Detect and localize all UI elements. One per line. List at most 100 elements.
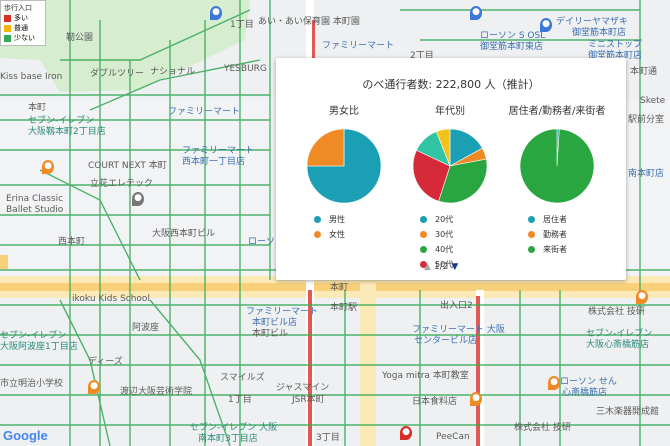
legend-item: 40代 bbox=[420, 242, 500, 257]
legend-swatch-yellow bbox=[4, 24, 11, 32]
chart-resident-type: 居住者/勤務者/来街者 居住者 勤務者 来街者 bbox=[502, 102, 612, 257]
legend-dot bbox=[420, 216, 427, 223]
map-marker-icon[interactable]: ● bbox=[42, 160, 54, 174]
map-marker-icon[interactable]: ● bbox=[470, 392, 482, 406]
pie-slice[interactable] bbox=[306, 128, 345, 167]
legend-dot bbox=[528, 246, 535, 253]
map-label: センタービル店 bbox=[414, 336, 478, 346]
map-label: 西本町一丁目店 bbox=[182, 157, 246, 167]
map-label: Ballet Studio bbox=[6, 205, 64, 215]
map-marker-icon[interactable]: ● bbox=[88, 380, 100, 394]
legend-label: 勤務者 bbox=[543, 230, 567, 239]
legend-label: 少ない bbox=[14, 34, 35, 42]
map-label: あい・あい保育園 本町園 bbox=[258, 17, 360, 27]
legend-dot bbox=[528, 216, 535, 223]
map-label: 駅前分室 bbox=[628, 115, 665, 125]
legend-item: 20代 bbox=[420, 212, 500, 227]
map-label: 南本町3丁目店 bbox=[198, 434, 258, 444]
legend-item: 勤務者 bbox=[528, 227, 612, 242]
legend-item: 来街者 bbox=[528, 242, 612, 257]
map-label: 市立明治小学校 bbox=[0, 379, 64, 389]
map-label: Kiss base Iron bbox=[0, 72, 63, 82]
map-label: 3丁目 bbox=[316, 433, 340, 443]
map-label: 1丁目 bbox=[230, 20, 254, 30]
map-label: スマイルズ bbox=[220, 373, 265, 383]
map-label: 大阪阿波座1丁目店 bbox=[0, 342, 78, 352]
legend-label: 普通 bbox=[14, 24, 28, 32]
legend-label: 40代 bbox=[435, 245, 454, 254]
map-label: 御堂筋本町東店 bbox=[480, 42, 544, 52]
legend-title: 歩行入口 bbox=[4, 4, 32, 12]
map-label: 心斎橋筋店 bbox=[562, 388, 608, 398]
legend-dot bbox=[420, 231, 427, 238]
legend-label: 来街者 bbox=[543, 245, 567, 254]
map-label: YESBURG bbox=[224, 64, 267, 74]
legend-item-many: 多い bbox=[4, 13, 42, 23]
pie-chart-gender bbox=[306, 128, 382, 204]
pie-chart-resident-type bbox=[519, 128, 595, 204]
info-popup: のべ通行者数: 222,800 人（推計） 男女比 男性 女性 年代別 20代 … bbox=[276, 58, 626, 280]
map-label: 株式会社 技研 bbox=[588, 307, 645, 317]
map-marker-icon[interactable]: ● bbox=[400, 426, 412, 440]
map-label: JSR本町 bbox=[292, 395, 325, 405]
legend-dot bbox=[528, 231, 535, 238]
chart-age: 年代別 20代 30代 40代 50代 bbox=[400, 102, 500, 272]
chart-title: 年代別 bbox=[435, 106, 465, 117]
legend-swatch-green bbox=[4, 34, 11, 42]
map-label: 南本町店 bbox=[628, 169, 665, 179]
map-label: ディーズ bbox=[88, 357, 123, 367]
map-label: 立花エレテック bbox=[90, 179, 154, 189]
pager-up-button[interactable]: ▲ bbox=[424, 262, 431, 272]
map-label: 本町駅 bbox=[330, 303, 358, 313]
pager-down-button[interactable]: ▼ bbox=[451, 262, 458, 272]
map-label: ファミリーマート bbox=[168, 107, 241, 117]
map-label: 大阪心斎橋筋店 bbox=[586, 340, 650, 350]
map-label: ikoku Kids School bbox=[72, 294, 150, 304]
legend-item-normal: 普通 bbox=[4, 23, 42, 33]
map-label: 渡辺大阪芸術学院 bbox=[120, 387, 193, 397]
map-label: 1丁目 bbox=[228, 395, 252, 405]
legend-item: 居住者 bbox=[528, 212, 612, 227]
legend-item: 女性 bbox=[314, 227, 394, 242]
chart-title: 男女比 bbox=[329, 106, 359, 117]
legend-item-few: 少ない bbox=[4, 33, 42, 43]
map-label: 日本食料店 bbox=[412, 397, 458, 407]
map-marker-icon[interactable]: ● bbox=[636, 290, 648, 304]
chart-title: 居住者/勤務者/来街者 bbox=[508, 106, 606, 117]
chart-legend: 男性 女性 bbox=[314, 212, 394, 242]
map-label: ナショナル bbox=[150, 67, 196, 77]
map-legend: 歩行入口 多い 普通 少ない bbox=[0, 0, 46, 46]
map-label: ファミリーマート bbox=[322, 41, 395, 51]
pager-page: 1/2 bbox=[433, 262, 449, 272]
legend-dot bbox=[314, 231, 321, 238]
map-marker-icon[interactable]: ● bbox=[132, 192, 144, 206]
legend-label: 多い bbox=[14, 14, 28, 22]
map-label: 大阪靱本町2丁目店 bbox=[28, 127, 106, 137]
legend-label: 居住者 bbox=[543, 215, 567, 224]
map-label: Erina Classic bbox=[6, 194, 64, 204]
legend-pager: ▲ 1/2 ▼ bbox=[424, 262, 458, 272]
legend-swatch-red bbox=[4, 14, 11, 22]
legend-item: 男性 bbox=[314, 212, 394, 227]
legend-label: 男性 bbox=[329, 215, 345, 224]
chart-gender: 男女比 男性 女性 bbox=[294, 102, 394, 242]
map-label: 株式会社 技研 bbox=[514, 423, 571, 433]
legend-label: 20代 bbox=[435, 215, 454, 224]
map-marker-icon[interactable]: ● bbox=[470, 6, 482, 20]
map-label: 本町ビル bbox=[252, 329, 289, 339]
map-label: 本町通 bbox=[630, 67, 658, 77]
pie-slice[interactable] bbox=[519, 128, 595, 204]
map-label: 三木楽器開成館 bbox=[596, 407, 660, 417]
legend-dot bbox=[314, 216, 321, 223]
map-label: 本町 bbox=[28, 103, 47, 113]
map-marker-icon[interactable]: ● bbox=[548, 376, 560, 390]
pie-chart-age bbox=[412, 128, 488, 204]
map-marker-icon[interactable]: ● bbox=[540, 18, 552, 32]
map-label: 靭公園 bbox=[66, 33, 94, 43]
map-label: COURT NEXT 本町 bbox=[88, 161, 167, 171]
map-marker-icon[interactable]: ● bbox=[210, 6, 222, 20]
map-label: PeeCan bbox=[436, 432, 470, 442]
map-label: 西本町 bbox=[58, 237, 86, 247]
map-label: 大阪西本町ビル bbox=[152, 229, 216, 239]
map-label: ダブルツリー bbox=[90, 69, 145, 79]
